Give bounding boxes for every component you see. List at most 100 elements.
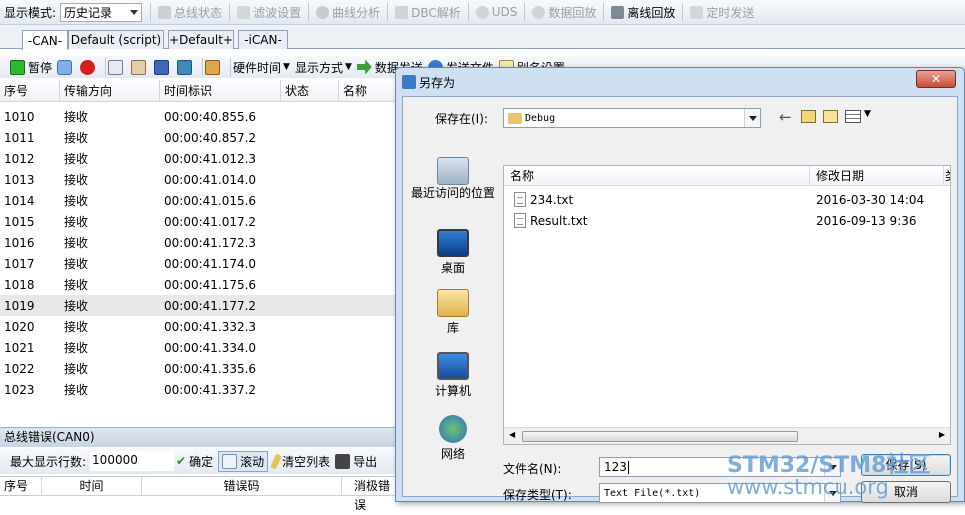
box-button[interactable]	[205, 59, 223, 75]
col-seq[interactable]: 序号	[0, 80, 60, 102]
err-col-code[interactable]: 错误码	[142, 477, 342, 496]
replay-icon	[532, 5, 546, 19]
table-row[interactable]: 1015 接收 00:00:41.017.2	[0, 211, 396, 232]
cell-seq: 1017	[4, 256, 35, 271]
table-row[interactable]: 1012 接收 00:00:41.012.3	[0, 148, 396, 169]
find-icon	[131, 59, 147, 75]
table-row[interactable]: 1013 接收 00:00:41.014.0	[0, 169, 396, 190]
scroll-thumb[interactable]	[522, 431, 798, 442]
table-row[interactable]: 1020 接收 00:00:41.332.3	[0, 316, 396, 337]
table-row[interactable]: 1010 接收 00:00:40.855.6	[0, 106, 396, 127]
record-button[interactable]	[80, 59, 98, 75]
err-col-passive[interactable]: 消极错误	[342, 477, 396, 512]
cell-seq: 1010	[4, 109, 35, 124]
cell-seq: 1012	[4, 151, 35, 166]
offline-replay-button[interactable]: 离线回放	[611, 4, 675, 21]
dialog-titlebar[interactable]: 另存为	[396, 68, 964, 96]
pause-button[interactable]: 暂停	[10, 59, 52, 76]
horizontal-scrollbar[interactable]: ◀ ▶	[504, 427, 950, 444]
copy-button[interactable]	[108, 59, 126, 75]
filter-button[interactable]: 滤波设置	[237, 4, 301, 21]
bus-status-button[interactable]: 总线状态	[158, 4, 222, 21]
channel-tabbar: -CAN- Default (script) +Default+ -iCAN-	[0, 25, 965, 50]
display-mode-label: 显示模式:	[4, 5, 57, 20]
col-file-name[interactable]: 名称	[504, 166, 810, 186]
back-icon[interactable]: ←	[779, 108, 792, 126]
max-rows-input[interactable]: 100000	[90, 451, 175, 471]
tab-default-plus[interactable]: +Default+	[168, 30, 234, 49]
view-menu-icon[interactable]	[845, 110, 861, 123]
file-date: 2016-03-30 14:04	[816, 192, 925, 207]
place-library[interactable]: 库	[405, 289, 501, 336]
tab-default-script[interactable]: Default (script)	[68, 30, 164, 49]
cell-seq: 1022	[4, 361, 35, 376]
dbc-button[interactable]: DBC解析	[395, 4, 461, 21]
tab-ican[interactable]: -iCAN-	[238, 30, 288, 49]
display-mode-value: 历史记录	[64, 5, 113, 20]
cell-seq: 1014	[4, 193, 35, 208]
timed-send-button[interactable]: 定时发送	[690, 4, 754, 21]
cell-seq: 1023	[4, 382, 35, 397]
cell-time: 00:00:41.174.0	[164, 256, 257, 271]
max-rows-label: 最大显示行数:	[10, 454, 87, 469]
save-all-button[interactable]	[177, 59, 195, 75]
cell-dir: 接收	[64, 383, 89, 397]
col-name[interactable]: 名称	[339, 80, 396, 102]
place-recent[interactable]: 最近访问的位置	[405, 157, 501, 200]
tab-can[interactable]: -CAN-	[22, 30, 68, 50]
copy-icon	[108, 59, 124, 75]
check-icon: ✔	[176, 453, 187, 468]
find-button[interactable]	[131, 59, 149, 75]
scroll-left-icon[interactable]: ◀	[509, 430, 515, 439]
table-row[interactable]: 1014 接收 00:00:41.015.6	[0, 190, 396, 211]
err-col-time[interactable]: 时间	[42, 477, 142, 496]
scroll-toggle[interactable]: 滚动	[218, 450, 269, 472]
new-folder-icon[interactable]	[823, 110, 838, 123]
table-row[interactable]: 1016 接收 00:00:41.172.3	[0, 232, 396, 253]
save-button[interactable]	[154, 59, 172, 75]
cell-seq: 1020	[4, 319, 35, 334]
table-row[interactable]: 1023 接收 00:00:41.337.2	[0, 379, 396, 400]
confirm-button[interactable]: ✔ 确定	[176, 453, 213, 470]
table-row[interactable]: 1011 接收 00:00:40.857.2	[0, 127, 396, 148]
table-row[interactable]: 1021 接收 00:00:41.334.0	[0, 337, 396, 358]
cell-dir: 接收	[64, 236, 89, 250]
grid-header: 序号 传输方向 时间标识 状态 名称	[0, 80, 396, 102]
data-replay-button[interactable]: 数据回放	[532, 4, 596, 21]
file-date: 2016-09-13 9:36	[816, 213, 917, 228]
display-method-dropdown[interactable]: 显示方式 ▼	[295, 59, 352, 76]
hw-time-dropdown[interactable]: 硬件时间 ▼	[233, 59, 290, 76]
clear-list-button[interactable]: 清空列表	[270, 452, 330, 470]
refresh-button[interactable]	[57, 59, 75, 75]
col-time[interactable]: 时间标识	[160, 80, 281, 102]
uds-button[interactable]: UDS	[475, 5, 517, 19]
chevron-down-icon	[744, 109, 760, 127]
offline-replay-icon	[611, 5, 625, 19]
col-type[interactable]: 类	[944, 166, 950, 186]
col-modified[interactable]: 修改日期	[810, 166, 944, 186]
broom-icon	[270, 452, 283, 470]
col-direction[interactable]: 传输方向	[60, 80, 160, 102]
table-row[interactable]: 1017 接收 00:00:41.174.0	[0, 253, 396, 274]
bus-status-icon	[158, 5, 172, 19]
col-status[interactable]: 状态	[281, 80, 339, 102]
save-in-combo[interactable]: Debug	[503, 108, 761, 128]
err-col-seq[interactable]: 序号	[0, 477, 42, 496]
place-network[interactable]: 网络	[405, 415, 501, 462]
place-computer[interactable]: 计算机	[405, 352, 501, 399]
place-desktop[interactable]: 桌面	[405, 229, 501, 276]
filename-label: 文件名(N):	[503, 462, 562, 476]
export-button[interactable]: 导出	[335, 453, 377, 470]
scroll-right-icon[interactable]: ▶	[939, 430, 945, 439]
table-row[interactable]: 1019 接收 00:00:41.177.2	[0, 295, 396, 316]
cell-dir: 接收	[64, 257, 89, 271]
curve-button[interactable]: 曲线分析	[316, 4, 380, 21]
up-folder-icon[interactable]	[801, 110, 816, 123]
display-mode-select[interactable]: 历史记录	[60, 2, 143, 22]
table-row[interactable]: 1018 接收 00:00:41.175.6	[0, 274, 396, 295]
file-row[interactable]: Result.txt 2016-09-13 9:36	[504, 210, 950, 231]
close-button[interactable]: ✕	[916, 70, 956, 88]
table-row[interactable]: 1022 接收 00:00:41.335.6	[0, 358, 396, 379]
file-row[interactable]: 234.txt 2016-03-30 14:04	[504, 189, 950, 210]
view-dropdown-icon[interactable]: ▼	[864, 109, 871, 119]
